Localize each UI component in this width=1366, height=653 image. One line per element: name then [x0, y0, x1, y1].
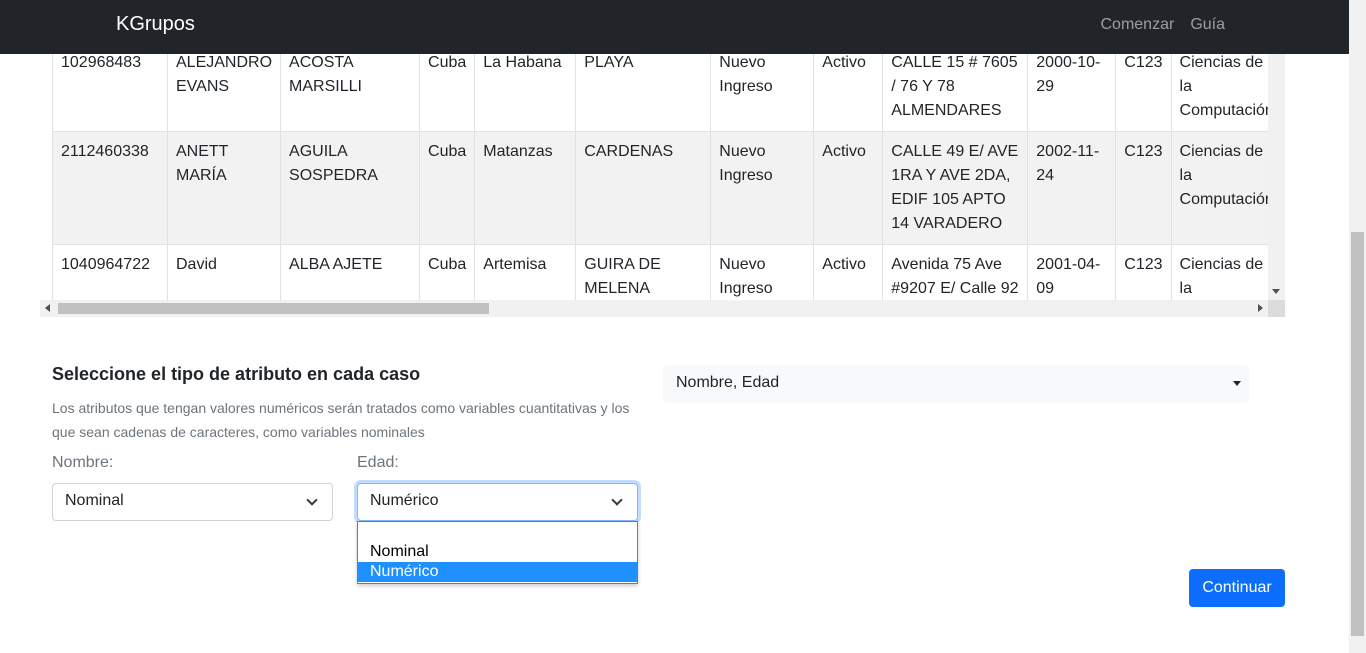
table-cell: Activo: [813, 131, 884, 245]
table-cell: Nuevo Ingreso: [710, 131, 815, 245]
chevron-down-icon: [306, 494, 318, 506]
page-scrollbar[interactable]: [1349, 0, 1366, 653]
scroll-left-icon[interactable]: [45, 304, 50, 312]
scroll-down-icon[interactable]: [1272, 289, 1280, 294]
table-cell: Nuevo Ingreso: [710, 244, 815, 300]
nav-links: Comenzar Guía: [1101, 16, 1226, 34]
table-cell: Activo: [813, 244, 884, 300]
horizontal-scroll-thumb[interactable]: [58, 303, 489, 314]
table-cell: AGUILA SOSPEDRA: [280, 131, 421, 245]
nav-link-guia[interactable]: Guía: [1190, 16, 1225, 34]
section-title: Seleccione el tipo de atributo en cada c…: [52, 364, 421, 384]
nombre-type-select[interactable]: Nominal: [52, 483, 333, 521]
nombre-type-value: Nominal: [65, 492, 124, 509]
table-cell: Cuba: [419, 131, 476, 245]
table-cell: 2001-04-09: [1027, 244, 1117, 300]
dropdown-option-nominal[interactable]: Nominal: [358, 542, 637, 562]
caret-down-icon: [1233, 381, 1241, 386]
table-cell: Avenida 75 Ave #9207 E/ Calle 92: [882, 244, 1029, 300]
table-row: 2112460338 ANETT MARÍA AGUILA SOSPEDRA Cuba…: [52, 131, 1283, 245]
table-cell: David: [166, 244, 282, 300]
scroll-right-icon[interactable]: [1258, 304, 1263, 312]
table-cell: Ciencias de la: [1170, 244, 1283, 300]
table-horizontal-scrollbar[interactable]: [40, 300, 1268, 317]
page: 102968483 ALEJANDRO EVANS ACOSTA MARSILLI C…: [0, 0, 1366, 653]
table-cell: Ciencias de la Computación: [1170, 131, 1283, 245]
edad-type-select[interactable]: Numérico: [357, 483, 638, 521]
nav-link-comenzar[interactable]: Comenzar: [1101, 16, 1175, 34]
table-cell: 2112460338: [52, 131, 168, 245]
table-cell: CARDENAS: [575, 131, 712, 245]
edad-label: Edad:: [357, 454, 399, 471]
dropdown-option-numerico[interactable]: Numérico: [358, 562, 637, 582]
section-description: Los atributos que tengan valores numéric…: [52, 400, 630, 440]
edad-type-dropdown[interactable]: Nominal Numérico: [357, 521, 638, 584]
table-cell: 2002-11-24: [1027, 131, 1117, 245]
page-scroll-thumb[interactable]: [1351, 232, 1364, 636]
table-cell: ANETT MARÍA: [166, 131, 282, 245]
table-cell: ALBA AJETE: [280, 244, 421, 300]
edad-type-value: Numérico: [370, 492, 439, 509]
table-cell: 1040964722: [52, 244, 168, 300]
table-cell: C123: [1115, 244, 1172, 300]
table-cell: Cuba: [419, 244, 476, 300]
table-vertical-scrollbar[interactable]: [1268, 54, 1285, 300]
table-cell: Matanzas: [474, 131, 577, 245]
table-cell: CALLE 49 E/ AVE 1RA Y AVE 2DA, EDIF 105 …: [882, 131, 1029, 245]
table-cell: Artemisa: [474, 244, 577, 300]
table-cell: GUIRA DE MELENA: [575, 244, 712, 300]
table-cell: C123: [1115, 131, 1172, 245]
brand-logo[interactable]: KGrupos: [116, 13, 195, 36]
attributes-selected-value: Nombre, Edad: [676, 374, 780, 391]
table-row: 1040964722 David ALBA AJETE Cuba Artemisa GUI…: [52, 244, 1283, 300]
continue-button[interactable]: Continuar: [1189, 569, 1285, 607]
nombre-label: Nombre:: [52, 454, 114, 471]
navbar: KGrupos Comenzar Guía: [0, 0, 1349, 54]
attributes-multiselect[interactable]: Nombre, Edad: [663, 365, 1249, 403]
scroll-corner: [1268, 300, 1285, 317]
chevron-down-icon: [611, 494, 623, 506]
